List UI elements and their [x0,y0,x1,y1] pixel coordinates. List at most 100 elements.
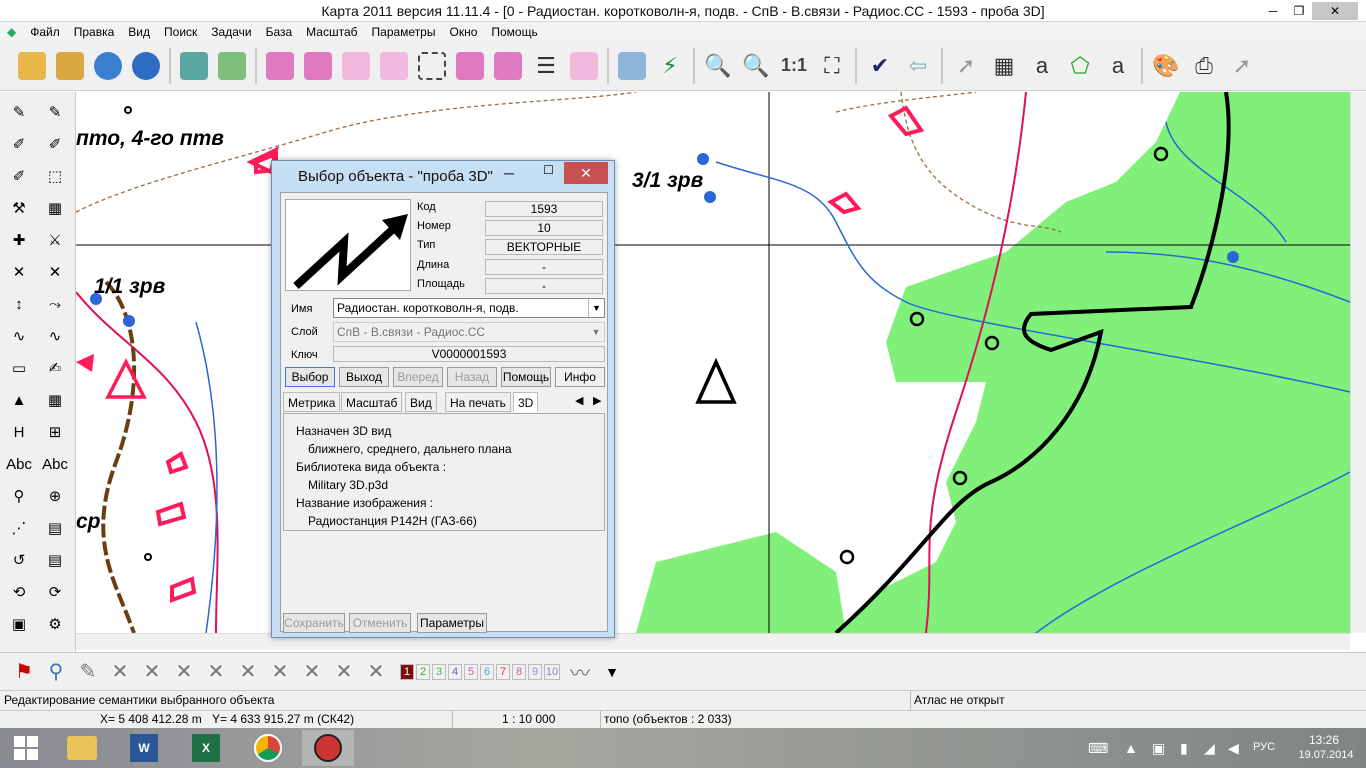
keyboard-icon[interactable]: ⌨ [1088,740,1108,757]
wifi-icon[interactable]: ◢ [1204,740,1215,757]
text-edit-icon[interactable]: a [1100,46,1136,86]
pen-curve-icon[interactable]: ✐ [40,130,70,158]
square-icon[interactable]: ▣ [4,610,34,638]
layer-number[interactable]: 5 [464,663,478,680]
close-icon[interactable]: ✕ [1312,2,1358,20]
pen-draw-icon[interactable]: ✐ [4,130,34,158]
abc-2-icon[interactable]: Abc [40,450,70,478]
select-object-icon[interactable] [262,46,298,86]
clock-date[interactable]: 19.07.2014 [1296,749,1356,761]
select-query-icon[interactable] [490,46,526,86]
scale-1-1-button[interactable]: 1:1 [776,46,812,86]
grid-add-icon[interactable]: ⊞ [40,418,70,446]
select-add-icon[interactable] [452,46,488,86]
info-button[interactable]: Инфо [555,367,605,387]
language-indicator[interactable]: РУС [1253,741,1275,753]
lightning-icon[interactable]: ⚡ [652,46,688,86]
imya-select[interactable]: Радиостан. коротковолн-я, подв. ▼ [333,298,605,318]
3d-view-icon[interactable] [614,46,650,86]
x-tool-icon[interactable]: ✕ [202,658,230,686]
gear-icon[interactable]: ⚙ [40,610,70,638]
network-icon[interactable]: ⋰ [4,514,34,542]
cursor-icon[interactable]: ➚ [948,46,984,86]
nazad-button[interactable]: Назад [447,367,497,387]
layer-number[interactable]: 8 [512,663,526,680]
vyhod-button[interactable]: Выход [339,367,389,387]
menu-window[interactable]: Окно [442,25,484,39]
ruler-icon[interactable]: ▭ [4,354,34,382]
h-letter-icon[interactable]: H [4,418,34,446]
pen-fill-icon[interactable]: ✐ [4,162,34,190]
volume-icon[interactable]: ◀ [1228,740,1239,757]
cross-icon[interactable]: ✚ [4,226,34,254]
vybor-button[interactable]: Выбор [285,367,335,387]
chrome-icon[interactable] [242,730,294,766]
undo-icon[interactable]: ↺ [4,546,34,574]
menu-scale[interactable]: Масштаб [299,25,364,39]
pen-edit-icon[interactable]: ✎ [40,98,70,126]
delete-icon[interactable]: ✕ [4,258,34,286]
sloi-select[interactable]: СпВ - В.связи - Радиос.СС ▼ [333,322,605,342]
x-tool-icon[interactable]: ✕ [298,658,326,686]
x-tool-icon[interactable]: ✕ [362,658,390,686]
x-tool-icon[interactable]: ✕ [170,658,198,686]
select-light-icon[interactable] [338,46,374,86]
dialog-close-icon[interactable]: ✕ [564,162,608,184]
tab-scroll-right-icon[interactable]: ▶ [593,394,601,407]
explorer-icon[interactable] [56,730,108,766]
menu-view[interactable]: Вид [121,25,157,39]
minimize-icon[interactable]: ─ [1260,2,1286,20]
dropdown-icon[interactable]: ▼ [598,658,626,686]
tab-na-pechat[interactable]: На печать [445,392,511,412]
table-2-icon[interactable]: ▤ [40,514,70,542]
fill-area-icon[interactable]: ⬚ [40,162,70,190]
table-3-icon[interactable]: ▤ [40,546,70,574]
layer-number[interactable]: 10 [544,663,560,680]
vertical-scrollbar[interactable] [1350,92,1366,633]
menu-tasks[interactable]: Задачи [204,25,258,39]
vpered-button[interactable]: Вперед [393,367,443,387]
list-icon[interactable]: ☰ [528,46,564,86]
pomosh-button[interactable]: Помощь [501,367,551,387]
wave-icon[interactable]: ∿ [4,322,34,350]
menu-edit[interactable]: Правка [67,25,122,39]
chevron-down-icon[interactable]: ▼ [588,299,604,317]
layer-number[interactable]: 9 [528,663,542,680]
pen-text-icon[interactable]: ▲ [4,386,34,414]
minimize-icon[interactable]: ─ [504,165,514,181]
layer-number[interactable]: 6 [480,663,494,680]
network-icon[interactable]: ▣ [1152,740,1165,757]
layer-number[interactable]: 1 [400,663,414,680]
layer-number[interactable]: 3 [432,663,446,680]
rotate-right-icon[interactable]: ⟳ [40,578,70,606]
table-icon[interactable]: ▦ [40,386,70,414]
params-button[interactable]: Параметры [417,613,487,633]
table-cursor-icon[interactable]: ▦ [986,46,1022,86]
tab-masshtab[interactable]: Масштаб [341,392,403,412]
excel-icon[interactable]: X [180,730,232,766]
globe-icon[interactable] [90,46,126,86]
open-project-icon[interactable] [52,46,88,86]
word-icon[interactable]: W [118,730,170,766]
flag-icon[interactable]: ⚑ [10,658,38,686]
layer-number[interactable]: 2 [416,663,430,680]
more-cursor-icon[interactable]: ➚ [1224,46,1260,86]
layers-icon[interactable] [176,46,212,86]
clock-time[interactable]: 13:26 [1304,733,1344,747]
menu-search[interactable]: Поиск [157,25,204,39]
tray-arrow-icon[interactable]: ▲ [1124,740,1138,756]
abc-icon[interactable]: Abc [4,450,34,478]
curve-icon[interactable]: 〰 [566,658,594,686]
layer-number[interactable]: 7 [496,663,510,680]
sign-icon[interactable]: ✍ [40,354,70,382]
tab-metrika[interactable]: Метрика [283,392,341,412]
zoom-in-icon[interactable]: 🔍 [738,46,774,86]
app-menu-icon[interactable]: ◆ [0,25,23,39]
horizontal-scrollbar[interactable] [76,633,1350,650]
layer-number[interactable]: 4 [448,663,462,680]
x-tool-icon[interactable]: ✕ [234,658,262,686]
open-folder-icon[interactable] [14,46,50,86]
save-button[interactable]: Сохранить [283,613,345,633]
palette-icon[interactable]: 🎨 [1148,46,1184,86]
hammer-icon[interactable]: ⚒ [4,194,34,222]
